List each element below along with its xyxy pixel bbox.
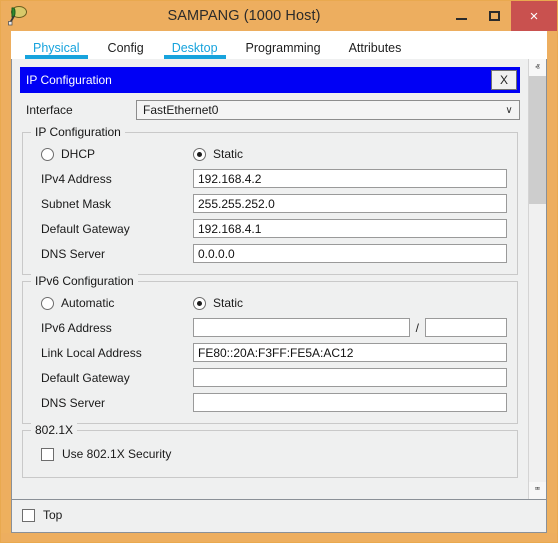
radio-icon-static: [193, 147, 206, 161]
ipv6-default-gateway-row: Default Gateway: [33, 368, 507, 387]
tab-strip: Physical Config Desktop Programming Attr…: [11, 31, 547, 59]
dot1x-group-legend: 802.1X: [31, 423, 78, 437]
ipv6-address-label: IPv6 Address: [41, 320, 112, 335]
ipv6-default-gateway-label: Default Gateway: [41, 370, 130, 385]
checkbox-icon-dot1x: [41, 447, 54, 461]
maximize-button[interactable]: [478, 1, 511, 31]
link-local-address-input[interactable]: FE80::20A:F3FF:FE5A:AC12: [193, 343, 507, 362]
application-window: SAMPANG (1000 Host) × Physical Config De…: [0, 0, 558, 543]
close-button[interactable]: ×: [511, 1, 557, 31]
title-bar: SAMPANG (1000 Host) ×: [1, 1, 557, 31]
tab-desktop[interactable]: Desktop: [158, 41, 232, 60]
ipv6-group-legend: IPv6 Configuration: [31, 274, 138, 288]
scroll-down-arrow-icon[interactable]: ⱎ: [529, 482, 546, 499]
tab-strip-container: Physical Config Desktop Programming Attr…: [1, 31, 557, 59]
subnet-mask-row: Subnet Mask 255.255.252.0: [33, 194, 507, 213]
interface-selected-value: FastEthernet0: [143, 103, 219, 117]
ipv4-static-option[interactable]: Static: [193, 147, 243, 161]
link-local-address-row: Link Local Address FE80::20A:F3FF:FE5A:A…: [33, 343, 507, 362]
ipv6-mode-row: Automatic Static: [33, 296, 507, 310]
scrollbar-track[interactable]: [529, 76, 546, 482]
ipv6-static-option[interactable]: Static: [193, 296, 243, 310]
ipv6-address-row: IPv6 Address /: [33, 318, 507, 337]
checkbox-icon-top: [22, 508, 35, 522]
radio-icon-ipv6-static: [193, 296, 206, 310]
use-dot1x-security-label: Use 802.1X Security: [62, 447, 172, 461]
ipv4-dns-server-row: DNS Server 0.0.0.0: [33, 244, 507, 263]
ipv6-address-input[interactable]: [193, 318, 410, 337]
window-controls: ×: [445, 1, 557, 31]
tab-config[interactable]: Config: [94, 41, 158, 60]
link-local-address-label: Link Local Address: [41, 345, 142, 360]
subnet-mask-input[interactable]: 255.255.252.0: [193, 194, 507, 213]
packet-tracer-icon: [7, 4, 29, 26]
ipv6-automatic-option[interactable]: Automatic: [41, 296, 193, 310]
content-area: IP Configuration X Interface FastEtherne…: [1, 59, 557, 500]
ipv6-dns-server-input[interactable]: [193, 393, 507, 412]
top-checkbox[interactable]: Top: [22, 508, 62, 522]
tab-attributes[interactable]: Attributes: [335, 41, 416, 60]
ipv4-dhcp-label: DHCP: [61, 147, 96, 161]
ipv4-dhcp-option[interactable]: DHCP: [41, 147, 193, 161]
ipv6-prefix-separator: /: [415, 320, 419, 335]
ipv6-configuration-group: IPv6 Configuration Automatic Static IPv6…: [22, 274, 518, 424]
ipv4-default-gateway-row: Default Gateway 192.168.4.1: [33, 219, 507, 238]
minimize-icon: [456, 18, 467, 20]
tab-programming[interactable]: Programming: [232, 41, 335, 60]
ipv4-default-gateway-input[interactable]: 192.168.4.1: [193, 219, 507, 238]
ipv4-group-legend: IP Configuration: [31, 125, 125, 139]
ipv4-address-row: IPv4 Address 192.168.4.2: [33, 169, 507, 188]
top-checkbox-label: Top: [43, 508, 63, 522]
ipv6-dns-server-label: DNS Server: [41, 395, 106, 410]
ipv6-automatic-label: Automatic: [61, 296, 115, 310]
ip-configuration-dialog: IP Configuration X Interface FastEtherne…: [12, 59, 528, 499]
maximize-icon: [489, 11, 500, 21]
ipv4-default-gateway-label: Default Gateway: [41, 221, 130, 236]
subnet-mask-label: Subnet Mask: [41, 196, 112, 211]
ipv6-default-gateway-input[interactable]: [193, 368, 507, 387]
dialog-title: IP Configuration: [26, 73, 112, 87]
scroll-up-arrow-icon[interactable]: ⱏ: [529, 59, 546, 76]
interface-label: Interface: [26, 103, 73, 117]
dialog-close-button[interactable]: X: [491, 70, 517, 90]
dot1x-group: 802.1X Use 802.1X Security: [22, 423, 518, 478]
scrollbar-thumb[interactable]: [529, 76, 546, 204]
chevron-down-icon: ∨: [505, 104, 513, 116]
dialog-title-bar: IP Configuration X: [20, 67, 520, 93]
ipv6-static-label: Static: [213, 296, 244, 310]
ipv6-dns-server-row: DNS Server: [33, 393, 507, 412]
minimize-button[interactable]: [445, 1, 478, 31]
window-bottom-strip: [1, 533, 557, 542]
radio-icon-automatic: [41, 296, 54, 310]
footer-bar: Top: [11, 500, 547, 533]
ipv4-configuration-group: IP Configuration DHCP Static IPv4 Addres…: [22, 125, 518, 275]
ipv4-address-input[interactable]: 192.168.4.2: [193, 169, 507, 188]
ipv4-dns-server-label: DNS Server: [41, 246, 106, 261]
radio-icon-dhcp: [41, 147, 54, 161]
interface-row: Interface FastEthernet0 ∨: [20, 100, 520, 120]
use-dot1x-security-checkbox[interactable]: Use 802.1X Security: [33, 447, 507, 461]
ipv4-static-label: Static: [213, 147, 244, 161]
tab-physical[interactable]: Physical: [19, 41, 94, 60]
vertical-scrollbar[interactable]: ⱏ ⱎ: [528, 59, 546, 499]
interface-select[interactable]: FastEthernet0 ∨: [136, 100, 520, 120]
ipv4-dns-server-input[interactable]: 0.0.0.0: [193, 244, 507, 263]
ipv4-address-label: IPv4 Address: [41, 171, 112, 186]
ipv6-prefix-length-input[interactable]: [425, 318, 507, 337]
desktop-panel: IP Configuration X Interface FastEtherne…: [11, 59, 547, 500]
ipv4-mode-row: DHCP Static: [33, 147, 507, 161]
